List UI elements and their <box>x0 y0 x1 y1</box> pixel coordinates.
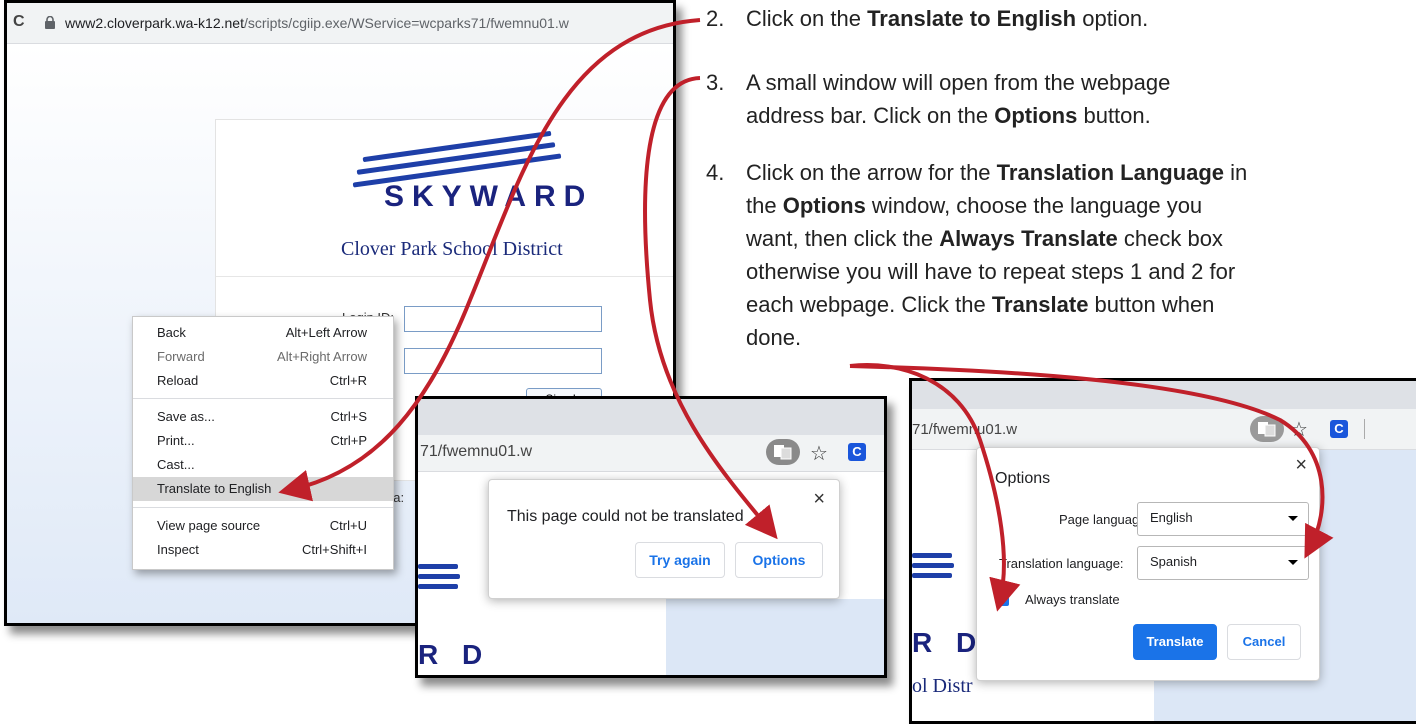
skyward-logo-partial: R D <box>912 627 985 658</box>
translation-language-label: Translation language: <box>999 556 1124 571</box>
menu-item-forward[interactable]: Forward Alt+Right Arrow <box>133 345 393 369</box>
instruction-run: Click on the <box>746 6 868 31</box>
instruction-run: button. <box>1077 103 1151 128</box>
step-3-text: A small window will open from the webpag… <box>746 66 1170 132</box>
instruction-line: the Options window, choose the language … <box>746 189 1247 222</box>
instruction-bold: Translate <box>991 292 1089 317</box>
options-title: Options <box>995 470 1051 487</box>
star-icon[interactable]: ☆ <box>1290 417 1308 442</box>
instruction-line: want, then click the Always Translate ch… <box>746 222 1247 255</box>
skyward-logo: SKYWARD <box>384 180 594 213</box>
tab-strip <box>912 381 1416 409</box>
menu-item-view-source[interactable]: View page source Ctrl+U <box>133 514 393 538</box>
instruction-bold: Translation Language <box>996 160 1225 185</box>
instruction-run: done. <box>746 325 802 350</box>
step-3-number: 3. <box>706 70 725 95</box>
district-partial: ol Distr <box>912 675 973 697</box>
instruction-line: address bar. Click on the Options button… <box>746 99 1170 132</box>
instruction-run: A small window will open from the webpag… <box>746 70 1171 95</box>
step-2-number: 2. <box>706 6 725 31</box>
password-input[interactable] <box>404 348 602 374</box>
instruction-line: each webpage. Click the Translate button… <box>746 288 1247 321</box>
reload-icon[interactable]: C <box>13 13 25 31</box>
instruction-line: Click on the arrow for the Translation L… <box>746 156 1247 189</box>
instruction-run: in <box>1224 160 1248 185</box>
chevron-down-icon <box>1288 560 1298 565</box>
menu-item-reload[interactable]: Reload Ctrl+R <box>133 369 393 393</box>
district-name: Clover Park School District <box>341 238 563 260</box>
popup-message: This page could not be translated <box>507 508 744 525</box>
close-icon[interactable]: × <box>813 488 825 511</box>
translation-language-select[interactable]: Spanish <box>1137 546 1309 580</box>
instruction-line: Click on the Translate to English option… <box>746 2 1148 35</box>
instruction-bold: Options <box>994 103 1078 128</box>
context-menu: Back Alt+Left Arrow Forward Alt+Right Arro… <box>132 316 394 570</box>
instruction-run: window, choose the language you <box>865 193 1203 218</box>
address-bar[interactable]: 71/fwemnu01.w ☆ C <box>418 435 884 472</box>
step-4-number: 4. <box>706 160 725 185</box>
page-area-right <box>666 599 884 675</box>
translate-button[interactable]: Translate <box>1133 624 1217 660</box>
instruction-run: check box <box>1117 226 1223 251</box>
browser-screenshot-3: 71/fwemnu01.w ☆ C R D ol Distr Options ×… <box>909 378 1416 724</box>
close-icon[interactable]: × <box>1295 454 1307 477</box>
translate-icon[interactable] <box>766 439 800 465</box>
skyward-logo-partial: R D <box>418 639 491 670</box>
login-id-input[interactable] <box>404 306 602 332</box>
instruction-bold: Translate to English <box>867 6 1077 31</box>
cancel-button[interactable]: Cancel <box>1227 624 1301 660</box>
instruction-line: done. <box>746 321 1247 354</box>
chevron-down-icon <box>1288 516 1298 521</box>
url-text[interactable]: www2.cloverpark.wa-k12.net/scripts/cgiip… <box>65 15 569 31</box>
instruction-run: otherwise you will have to repeat steps … <box>746 259 1236 284</box>
menu-item-save-as[interactable]: Save as... Ctrl+S <box>133 405 393 429</box>
url-text[interactable]: 71/fwemnu01.w <box>912 421 1017 438</box>
options-dialog: Options × Page language: English Transla… <box>976 447 1320 681</box>
always-translate-label: Always translate <box>1025 592 1120 607</box>
url-text[interactable]: 71/fwemnu01.w <box>420 443 532 461</box>
instruction-bold: Always Translate <box>939 226 1118 251</box>
instruction-run: option. <box>1076 6 1149 31</box>
instruction-run: want, then click the <box>746 226 940 251</box>
step-2-text: Click on the Translate to English option… <box>746 2 1148 35</box>
options-button[interactable]: Options <box>735 542 823 578</box>
translate-icon[interactable] <box>1250 416 1284 442</box>
address-bar[interactable]: C www2.cloverpark.wa-k12.net/scripts/cgi… <box>7 3 673 44</box>
menu-item-inspect[interactable]: Inspect Ctrl+Shift+I <box>133 538 393 562</box>
always-translate-checkbox[interactable] <box>997 594 1009 606</box>
step-4-text: Click on the arrow for the Translation L… <box>746 156 1247 354</box>
address-bar[interactable]: 71/fwemnu01.w ☆ C <box>912 409 1416 450</box>
extension-icon[interactable]: C <box>1330 420 1348 438</box>
star-icon[interactable]: ☆ <box>810 441 828 466</box>
extension-icon[interactable]: C <box>848 443 866 461</box>
instruction-run: Click on the arrow for the <box>746 160 997 185</box>
menu-item-print[interactable]: Print... Ctrl+P <box>133 429 393 453</box>
browser-screenshot-2: 71/fwemnu01.w ☆ C R D This page could no… <box>415 396 887 678</box>
instruction-bold: Options <box>782 193 866 218</box>
instruction-line: A small window will open from the webpag… <box>746 66 1170 99</box>
menu-item-back[interactable]: Back Alt+Left Arrow <box>133 321 393 345</box>
menu-item-cast[interactable]: Cast... <box>133 453 393 477</box>
instruction-run: each webpage. Click the <box>746 292 992 317</box>
instruction-run: button when <box>1088 292 1215 317</box>
instruction-line: otherwise you will have to repeat steps … <box>746 255 1247 288</box>
lock-icon <box>45 15 55 34</box>
instruction-run: the <box>746 193 783 218</box>
try-again-button[interactable]: Try again <box>635 542 725 578</box>
instruction-run: address bar. Click on the <box>746 103 995 128</box>
tab-strip <box>418 399 884 435</box>
page-language-select[interactable]: English <box>1137 502 1309 536</box>
menu-item-translate[interactable]: Translate to English <box>133 477 393 501</box>
translate-failed-popup: This page could not be translated × Try … <box>488 479 840 599</box>
